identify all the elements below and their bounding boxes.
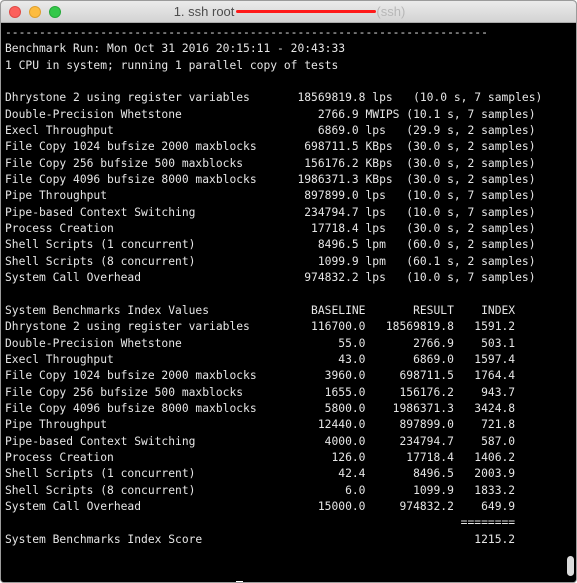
redaction-mark (236, 10, 377, 14)
terminal-line: System Call Overhead 15000.0 974832.2 64… (5, 499, 516, 513)
terminal-line: Process Creation 17718.4 lps (30.0 s, 2 … (5, 222, 536, 236)
window-title-text: 1. ssh root (173, 4, 235, 19)
terminal-line: Pipe-based Context Switching 4000.0 2347… (5, 434, 516, 448)
window-title-suffix: (ssh) (376, 4, 406, 19)
terminal-window: 1. ssh root (ssh) -----------------------… (0, 0, 577, 583)
terminal-line: File Copy 4096 bufsize 8000 maxblocks 58… (5, 401, 516, 415)
terminal-line: File Copy 1024 bufsize 2000 maxblocks 39… (5, 369, 516, 383)
terminal-output[interactable]: ----------------------------------------… (1, 23, 576, 582)
terminal-line: System Call Overhead 974832.2 lps (10.0 … (5, 271, 536, 285)
terminal-line: Execl Throughput 6869.0 lps (29.9 s, 2 s… (5, 124, 536, 138)
terminal-line: Shell Scripts (1 concurrent) 8496.5 lpm … (5, 238, 536, 252)
terminal-line: File Copy 4096 bufsize 8000 maxblocks 19… (5, 173, 536, 187)
scrollbar-thumb[interactable] (567, 556, 574, 576)
terminal-line: Benchmark Run: Mon Oct 31 2016 20:15:11 … (5, 42, 346, 56)
terminal-line: File Copy 256 bufsize 500 maxblocks 1655… (5, 385, 516, 399)
terminal-line: Pipe-based Context Switching 234794.7 lp… (5, 205, 536, 219)
terminal-line: Process Creation 126.0 17718.4 1406.2 (5, 450, 516, 464)
terminal-line: Double-Precision Whetstone 55.0 2766.9 5… (5, 336, 516, 350)
window-title: 1. ssh root (ssh) (1, 4, 576, 19)
terminal-line: File Copy 1024 bufsize 2000 maxblocks 69… (5, 140, 536, 154)
terminal-line: System Benchmarks Index Score 1215.2 (5, 532, 516, 546)
terminal-line: Shell Scripts (8 concurrent) 1099.9 lpm … (5, 254, 536, 268)
terminal-line: Double-Precision Whetstone 2766.9 MWIPS … (5, 107, 536, 121)
terminal-line: File Copy 256 bufsize 500 maxblocks 1561… (5, 156, 536, 170)
terminal-line: Shell Scripts (8 concurrent) 6.0 1099.9 … (5, 483, 516, 497)
terminal-line: ======== (5, 516, 516, 530)
terminal-line: Dhrystone 2 using register variables 116… (5, 320, 516, 334)
terminal-line: Pipe Throughput 897899.0 lps (10.0 s, 7 … (5, 189, 536, 203)
title-bar[interactable]: 1. ssh root (ssh) (1, 1, 576, 23)
terminal-line: System Benchmarks Index Values BASELINE … (5, 303, 516, 317)
terminal-line: ----------------------------------------… (5, 26, 488, 39)
terminal-line: Execl Throughput 43.0 6869.0 1597.4 (5, 352, 516, 366)
terminal-line: Pipe Throughput 12440.0 897899.0 721.8 (5, 418, 516, 432)
terminal-line: 1 CPU in system; running 1 parallel copy… (5, 58, 339, 72)
terminal-line: Shell Scripts (1 concurrent) 42.4 8496.5… (5, 467, 516, 481)
terminal-line: Dhrystone 2 using register variables 185… (5, 91, 543, 105)
